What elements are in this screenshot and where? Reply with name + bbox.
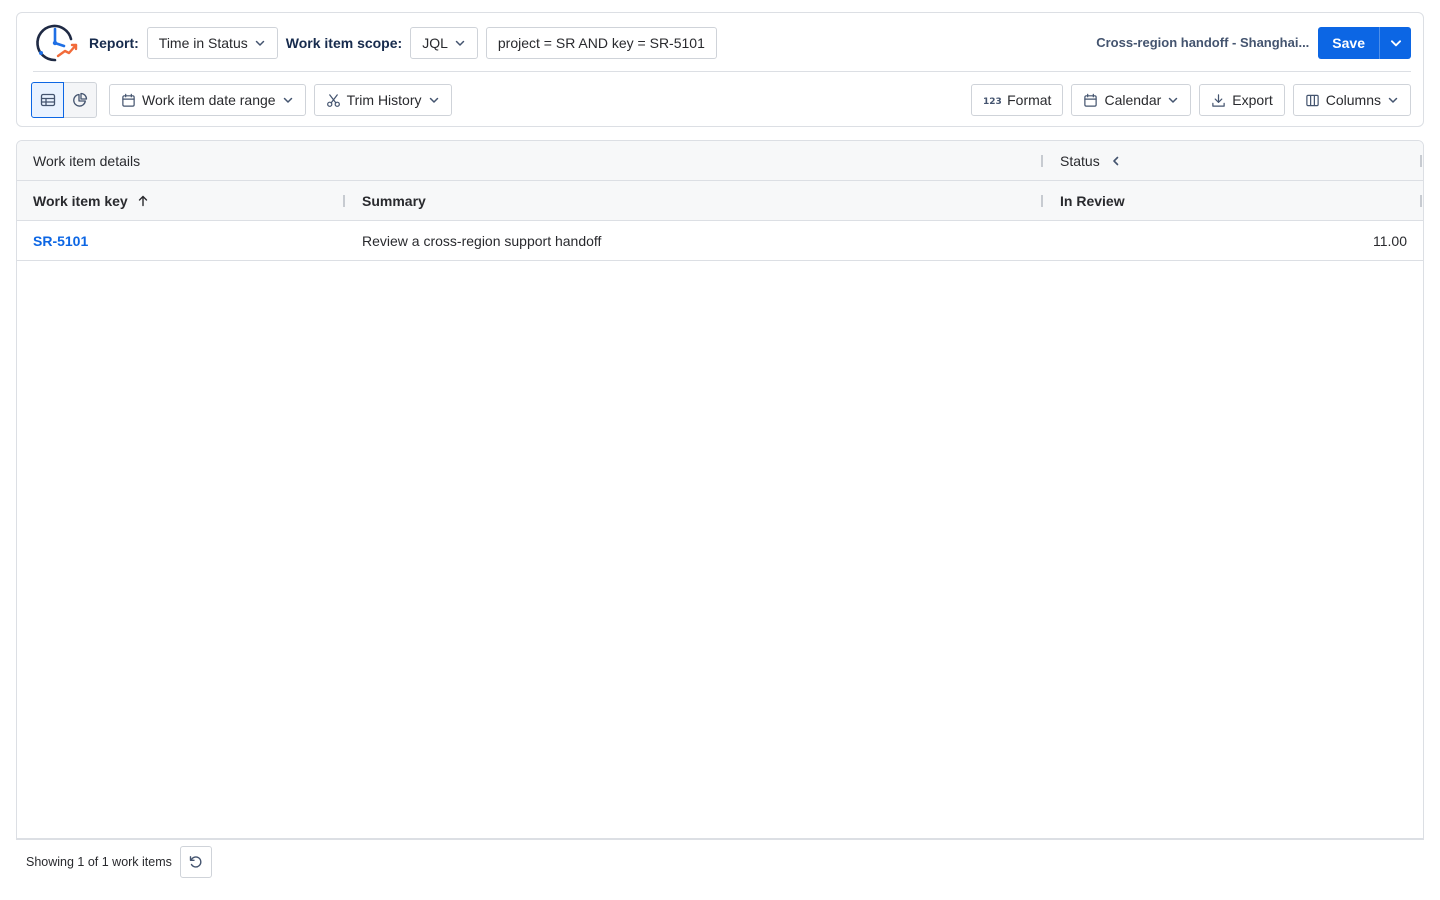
- column-resize-handle[interactable]: [343, 195, 345, 207]
- scope-type-dropdown[interactable]: JQL: [410, 26, 478, 59]
- jql-query-input[interactable]: project = SR AND key = SR-5101: [485, 26, 717, 59]
- columns-icon: [1306, 94, 1319, 106]
- chevron-down-icon: [1169, 97, 1178, 103]
- scissors-icon: [326, 93, 340, 107]
- chevron-down-icon: [455, 40, 465, 46]
- save-button[interactable]: Save: [1318, 26, 1379, 59]
- report-toolbar: Report: Time in Status Work item scope: …: [16, 12, 1424, 127]
- cell-in-review: 11.00: [1373, 232, 1407, 249]
- calendar-icon: [1084, 93, 1098, 107]
- group-header-status[interactable]: Status: [1060, 141, 1122, 180]
- save-options-button[interactable]: [1379, 26, 1411, 59]
- view-toggle: [31, 82, 97, 118]
- work-item-key-link[interactable]: SR-5101: [33, 233, 88, 249]
- download-icon: [1212, 93, 1226, 107]
- column-resize-handle[interactable]: [1420, 195, 1422, 207]
- column-header-summary[interactable]: Summary: [362, 181, 426, 220]
- svg-text:123: 123: [983, 97, 1001, 106]
- table-group-header-row: Work item details Status: [17, 141, 1423, 181]
- chevron-down-icon: [283, 97, 292, 103]
- footer-divider: [16, 839, 1424, 840]
- toolbar-row-primary: Report: Time in Status Work item scope: …: [17, 13, 1423, 72]
- chevron-down-icon: [255, 40, 264, 46]
- cell-summary: Review a cross-region support handoff: [362, 232, 602, 249]
- group-header-details: Work item details: [33, 152, 141, 169]
- format-123-icon: 123: [983, 97, 1001, 106]
- report-type-value: Time in Status: [158, 34, 248, 51]
- report-table: Work item details Status Work item key S…: [16, 140, 1424, 839]
- column-resize-handle[interactable]: [1420, 155, 1422, 167]
- results-count: Showing 1 of 1 work items: [26, 855, 172, 869]
- arrow-up-icon: [138, 195, 147, 206]
- chevron-down-icon: [1388, 97, 1398, 103]
- refresh-button[interactable]: [180, 846, 212, 878]
- table-column-header-row: Work item key Summary In Review: [17, 181, 1423, 221]
- table-view-button[interactable]: [31, 82, 64, 118]
- scope-label: Work item scope:: [285, 34, 403, 51]
- report-name: Cross-region handoff - Shanghai...: [1096, 35, 1310, 50]
- report-label: Report:: [89, 34, 139, 51]
- group-header-status-label: Status: [1060, 152, 1100, 169]
- save-button-group: Save: [1318, 26, 1411, 59]
- trim-history-dropdown[interactable]: Trim History: [313, 84, 452, 116]
- jql-query-text: project = SR AND key = SR-5101: [497, 34, 705, 51]
- report-type-dropdown[interactable]: Time in Status: [146, 26, 278, 59]
- column-resize-handle[interactable]: [1041, 195, 1043, 207]
- calendar-label: Calendar: [1104, 92, 1162, 108]
- chart-view-button[interactable]: [64, 82, 97, 118]
- app-logo-clock-icon: [36, 24, 78, 61]
- chevron-down-icon: [1390, 39, 1401, 46]
- table-row: SR-5101 Review a cross-region support ha…: [17, 221, 1423, 261]
- table-view-icon: [40, 93, 55, 107]
- calendar-dropdown[interactable]: Calendar: [1071, 84, 1192, 116]
- column-resize-handle[interactable]: [1041, 155, 1043, 167]
- column-header-key-label: Work item key: [33, 192, 128, 209]
- column-header-key[interactable]: Work item key: [33, 181, 149, 220]
- date-range-label: Work item date range: [142, 92, 276, 108]
- chevron-left-icon[interactable]: [1110, 155, 1122, 167]
- date-range-dropdown[interactable]: Work item date range: [109, 84, 306, 116]
- chevron-down-icon: [429, 97, 438, 103]
- trim-history-label: Trim History: [346, 92, 422, 108]
- toolbar-row-secondary: Work item date range Trim History 123 Fo…: [17, 82, 1423, 118]
- scope-type-value: JQL: [422, 34, 448, 51]
- columns-dropdown[interactable]: Columns: [1292, 84, 1411, 116]
- pie-chart-icon: [73, 92, 88, 107]
- export-label: Export: [1232, 92, 1273, 108]
- column-header-in-review[interactable]: In Review: [1060, 181, 1125, 220]
- export-button[interactable]: Export: [1199, 84, 1285, 116]
- format-button[interactable]: 123 Format: [971, 84, 1064, 116]
- format-label: Format: [1007, 92, 1052, 108]
- refresh-icon: [189, 856, 202, 868]
- calendar-icon: [122, 93, 135, 107]
- toolbar-divider: [33, 71, 1411, 72]
- columns-label: Columns: [1325, 92, 1381, 108]
- cell-work-item-key: SR-5101: [33, 221, 88, 260]
